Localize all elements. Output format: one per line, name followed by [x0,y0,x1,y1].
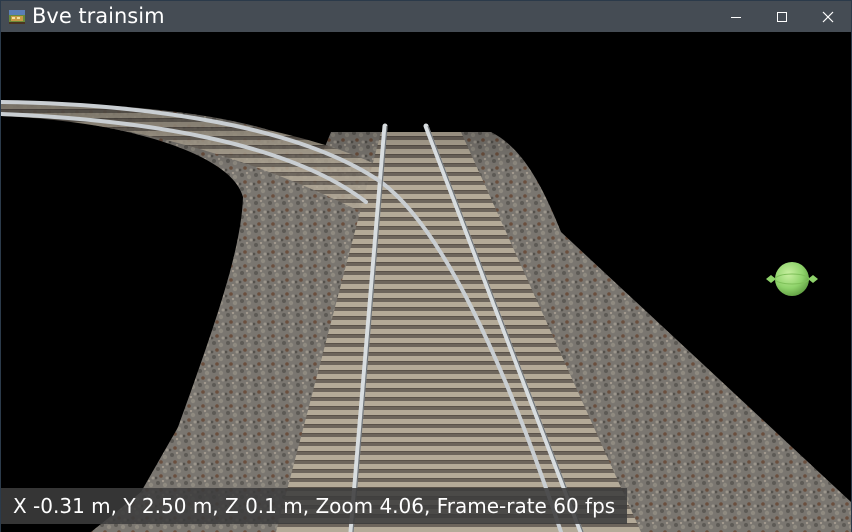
camera-status-text: X -0.31 m, Y 2.50 m, Z 0.1 m, Zoom 4.06,… [13,494,616,518]
light-source-icon[interactable] [763,258,821,300]
title-bar[interactable]: Bve trainsim [1,1,851,32]
close-icon [822,11,834,23]
minimize-button[interactable] [713,1,759,32]
train-landscape-icon [9,9,25,24]
track-scene [1,92,851,532]
window-title: Bve trainsim [32,4,165,28]
app-window: Bve trainsim X -0.31 m, Y 2.50 m, Z 0.1 … [0,0,852,532]
close-button[interactable] [805,1,851,32]
3d-viewport[interactable]: X -0.31 m, Y 2.50 m, Z 0.1 m, Zoom 4.06,… [1,32,851,532]
minimize-icon [731,17,741,18]
camera-status-overlay: X -0.31 m, Y 2.50 m, Z 0.1 m, Zoom 4.06,… [1,488,628,524]
maximize-icon [777,12,787,22]
maximize-button[interactable] [759,1,805,32]
